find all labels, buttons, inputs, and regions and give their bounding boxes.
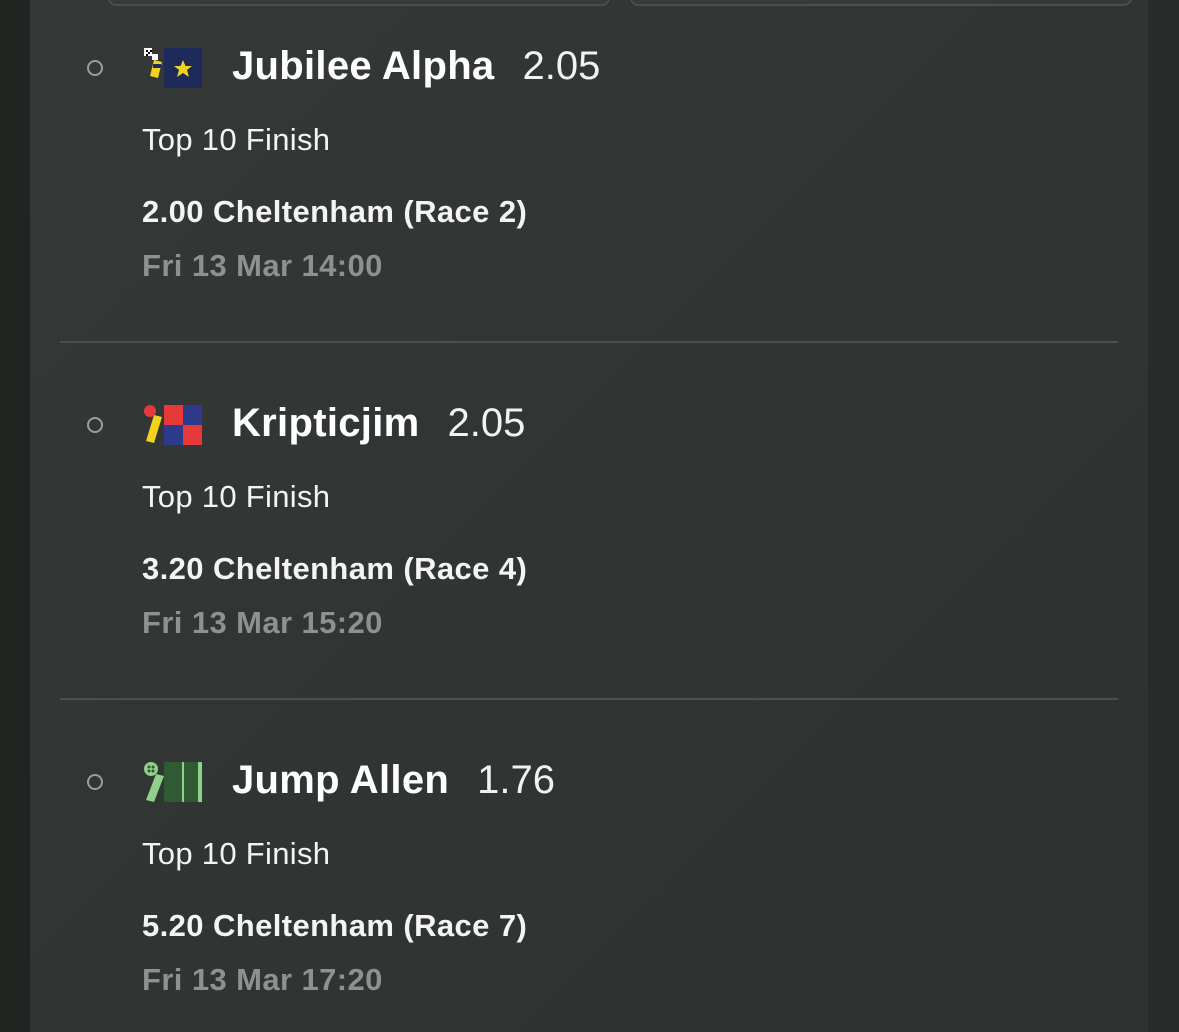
market-name: Top 10 Finish	[142, 836, 331, 871]
jockey-silks-navy-star-icon	[144, 48, 202, 88]
jockey-silks-red-blue-check-icon	[144, 405, 202, 445]
runner-name: Jubilee Alpha	[232, 44, 495, 88]
selection-title: Kripticjim 2.05	[232, 401, 525, 446]
race-time: Fri 13 Mar 17:20	[142, 962, 383, 997]
odds-value: 2.05	[447, 401, 526, 445]
selection-radio[interactable]	[87, 417, 103, 433]
selection-title: Jump Allen 1.76	[232, 758, 555, 803]
bet-selections-panel: Jubilee Alpha 2.05 Top 10 Finish 2.00 Che…	[30, 0, 1148, 1032]
top-tab-left[interactable]	[108, 0, 610, 6]
odds-value: 2.05	[522, 44, 601, 88]
jockey-silks-green-icon	[144, 762, 202, 802]
odds-value: 1.76	[477, 758, 555, 802]
runner-name: Jump Allen	[232, 758, 450, 802]
runner-name: Kripticjim	[232, 401, 420, 445]
race-name: 2.00 Cheltenham (Race 2)	[142, 194, 528, 229]
selection-title: Jubilee Alpha 2.05	[232, 44, 600, 89]
market-name: Top 10 Finish	[142, 479, 331, 514]
market-name: Top 10 Finish	[142, 122, 331, 157]
divider	[60, 698, 1118, 700]
selection-radio[interactable]	[87, 60, 103, 76]
race-time: Fri 13 Mar 14:00	[142, 248, 383, 283]
race-time: Fri 13 Mar 15:20	[142, 605, 383, 640]
side-gutter	[1148, 0, 1179, 1032]
race-name: 5.20 Cheltenham (Race 7)	[142, 908, 528, 943]
divider	[60, 341, 1118, 343]
top-tab-right[interactable]	[630, 0, 1132, 6]
selection-radio[interactable]	[87, 774, 103, 790]
race-name: 3.20 Cheltenham (Race 4)	[142, 551, 528, 586]
